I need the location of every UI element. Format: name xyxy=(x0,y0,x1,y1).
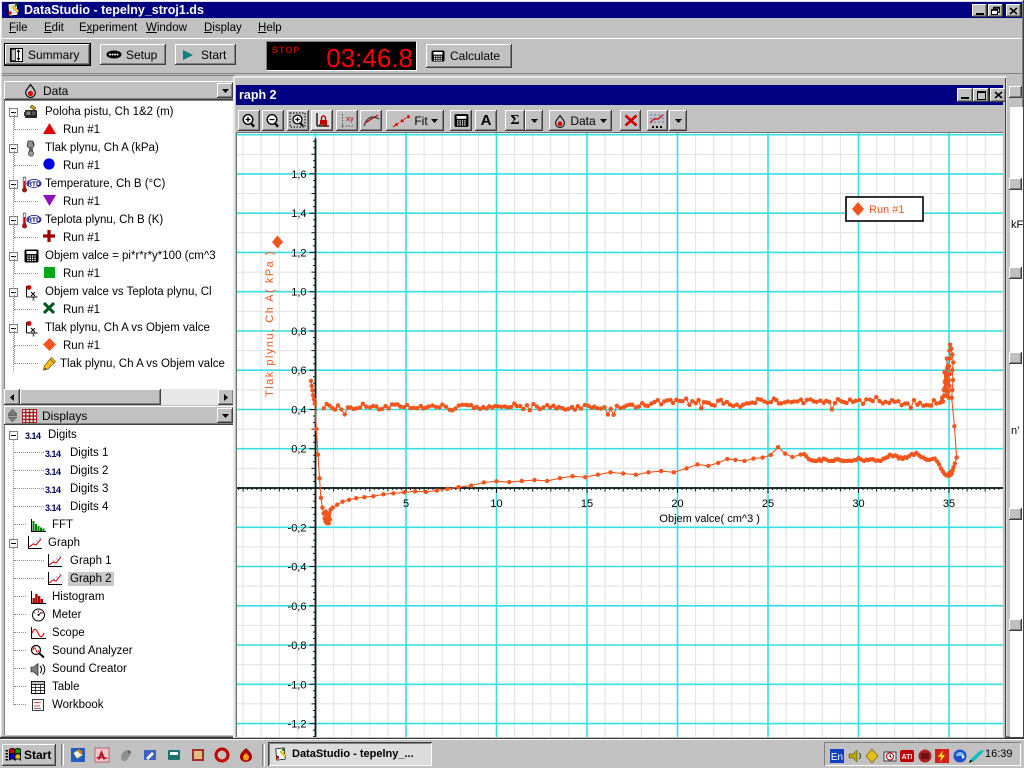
svg-text:3.14: 3.14 xyxy=(45,503,61,512)
svg-text:-1,2: -1,2 xyxy=(288,719,307,731)
svg-text:3.14: 3.14 xyxy=(45,467,61,476)
svg-text:15: 15 xyxy=(581,498,593,510)
svg-text:-0,2: -0,2 xyxy=(288,522,307,534)
svg-text:0,8: 0,8 xyxy=(291,326,306,338)
svg-text:25: 25 xyxy=(762,498,774,510)
svg-text:ATI: ATI xyxy=(902,754,913,761)
svg-text:-0,4: -0,4 xyxy=(288,562,307,574)
svg-text:20: 20 xyxy=(671,498,683,510)
svg-text:0,4: 0,4 xyxy=(291,405,306,417)
svg-text:xy: xy xyxy=(346,116,354,123)
svg-text:5: 5 xyxy=(403,498,409,510)
svg-text:-1,0: -1,0 xyxy=(288,679,307,691)
svg-text:En: En xyxy=(831,752,843,763)
svg-text:1,2: 1,2 xyxy=(291,247,306,259)
svg-text:10: 10 xyxy=(490,498,502,510)
svg-text:3.14: 3.14 xyxy=(45,485,61,494)
svg-text:Tlak plynu, Ch A( kPa ): Tlak plynu, Ch A( kPa ) xyxy=(264,250,276,397)
svg-text:30: 30 xyxy=(852,498,864,510)
svg-text:-0,6: -0,6 xyxy=(288,601,307,613)
svg-text:3.14: 3.14 xyxy=(45,449,61,458)
svg-text:35: 35 xyxy=(943,498,955,510)
svg-text:1,6: 1,6 xyxy=(291,169,306,181)
svg-text:1,4: 1,4 xyxy=(291,208,306,220)
svg-text:0,6: 0,6 xyxy=(291,365,306,377)
svg-text:-0,8: -0,8 xyxy=(288,640,307,652)
svg-text:0,2: 0,2 xyxy=(291,444,306,456)
svg-text:1,0: 1,0 xyxy=(291,287,306,299)
svg-text:Objem valce( cm^3 ): Objem valce( cm^3 ) xyxy=(659,513,760,525)
svg-text:Run #1: Run #1 xyxy=(869,204,904,216)
